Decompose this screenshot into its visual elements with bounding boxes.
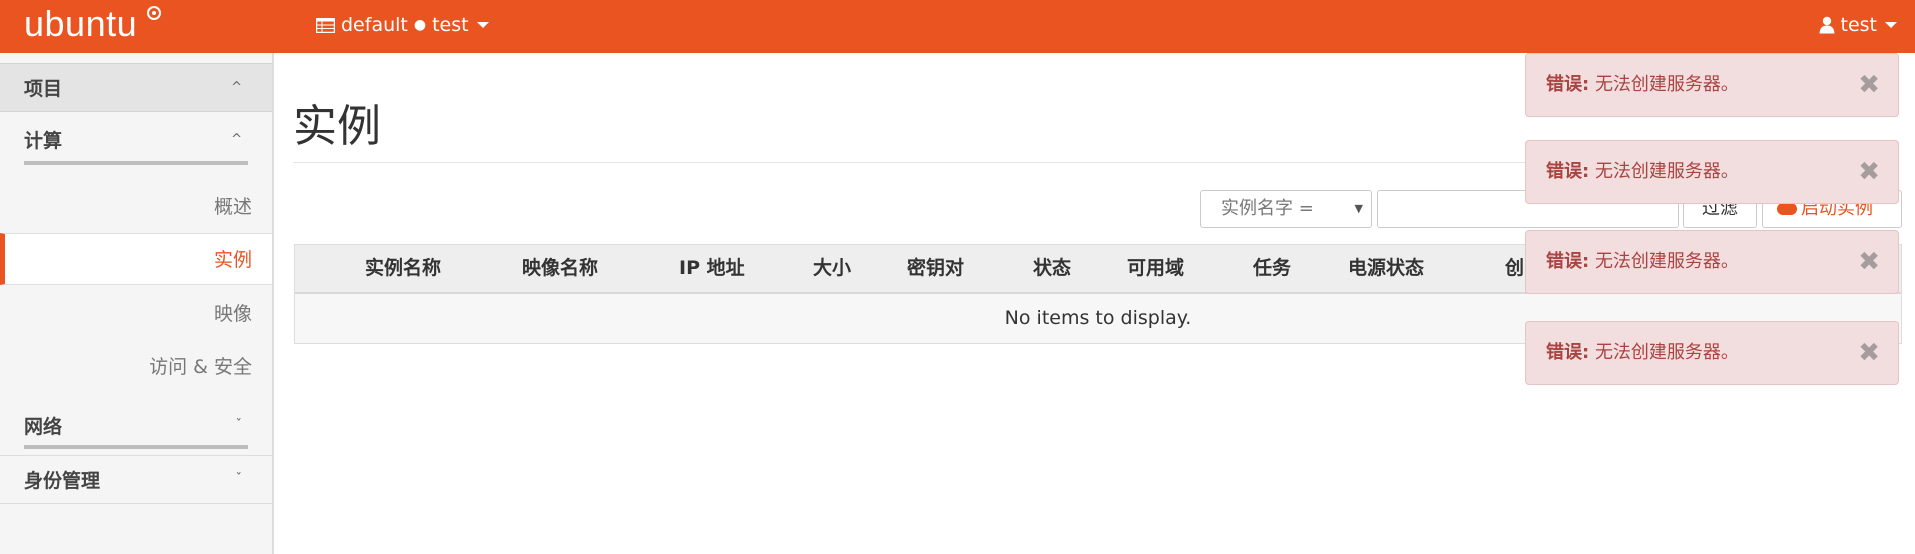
- toast-label: 错误:: [1546, 74, 1590, 95]
- user-name: test: [1840, 14, 1878, 36]
- table-icon: [316, 17, 335, 33]
- chevron-down-icon: ˇ: [235, 472, 243, 487]
- circle-of-friends-icon: [147, 6, 161, 20]
- toast-label: 错误:: [1546, 342, 1590, 363]
- top-navbar: ubuntu default ● test test: [0, 0, 1915, 53]
- dropdown-arrow-icon: ▼: [1354, 202, 1363, 215]
- column-header[interactable]: 任务: [1253, 245, 1291, 292]
- project-name: test: [432, 14, 469, 36]
- column-header[interactable]: 电源状态: [1348, 245, 1424, 292]
- column-header[interactable]: 大小: [813, 245, 851, 292]
- section-underline: [24, 445, 248, 449]
- toast-message: 无法创建服务器。: [1594, 74, 1739, 95]
- separator-dot-icon: ●: [413, 17, 427, 33]
- sidebar-item-overview[interactable]: 概述: [0, 181, 272, 233]
- error-toast: 错误: 无法创建服务器。 ✖: [1525, 321, 1899, 385]
- sidebar-section-label: 项目: [24, 78, 63, 100]
- error-toast: 错误: 无法创建服务器。 ✖: [1525, 140, 1899, 204]
- ubuntu-logo[interactable]: ubuntu: [24, 4, 137, 44]
- toast-message: 无法创建服务器。: [1594, 342, 1739, 363]
- user-icon: [1819, 16, 1834, 34]
- filter-field-label: 实例名字 =: [1221, 198, 1314, 219]
- cloud-upload-icon: [1777, 203, 1797, 215]
- project-domain: default: [341, 14, 408, 36]
- sidebar-section-identity[interactable]: 身份管理 ˇ: [0, 455, 272, 504]
- sidebar-section-compute[interactable]: 计算 ^: [0, 112, 272, 167]
- sidebar-section-label: 网络: [24, 415, 63, 438]
- project-switcher[interactable]: default ● test: [316, 12, 489, 38]
- close-icon[interactable]: ✖: [1858, 231, 1880, 293]
- column-header[interactable]: 可用域: [1127, 245, 1184, 292]
- column-header[interactable]: 映像名称: [522, 245, 598, 292]
- page-title: 实例: [293, 101, 381, 152]
- caret-down-icon: [476, 22, 489, 28]
- sidebar-item-instances[interactable]: 实例: [0, 233, 272, 285]
- sidebar-item-access-security[interactable]: 访问 & 安全: [0, 341, 272, 393]
- toast-message: 无法创建服务器。: [1594, 251, 1739, 272]
- toast-label: 错误:: [1546, 251, 1590, 272]
- section-underline: [24, 161, 248, 165]
- column-header[interactable]: 密钥对: [907, 245, 964, 292]
- column-header[interactable]: IP 地址: [679, 245, 745, 292]
- caret-down-icon: [1885, 22, 1897, 28]
- sidebar-section-label: 身份管理: [24, 470, 101, 492]
- user-menu[interactable]: test: [1819, 12, 1897, 38]
- chevron-up-icon: ^: [231, 132, 242, 147]
- close-icon[interactable]: ✖: [1858, 141, 1880, 203]
- chevron-up-icon: ^: [231, 80, 242, 95]
- sidebar-section-label: 计算: [24, 130, 63, 152]
- column-header[interactable]: 实例名称: [365, 245, 441, 292]
- close-icon[interactable]: ✖: [1858, 322, 1880, 384]
- column-header[interactable]: 状态: [1033, 245, 1071, 292]
- filter-field-select[interactable]: 实例名字 = ▼: [1200, 190, 1372, 228]
- error-toast: 错误: 无法创建服务器。 ✖: [1525, 230, 1899, 294]
- chevron-down-icon: ˇ: [235, 417, 243, 433]
- sidebar-item-images[interactable]: 映像: [0, 288, 272, 340]
- error-toast: 错误: 无法创建服务器。 ✖: [1525, 53, 1899, 117]
- toast-label: 错误:: [1546, 161, 1590, 182]
- toast-message: 无法创建服务器。: [1594, 161, 1739, 182]
- sidebar-section-project[interactable]: 项目 ^: [0, 63, 272, 112]
- close-icon[interactable]: ✖: [1858, 54, 1880, 116]
- column-header[interactable]: 创: [1505, 245, 1524, 292]
- sidebar: 项目 ^ 计算 ^ 概述 实例 映像 访问 & 安全 网络 ˇ 身份管理 ˇ: [0, 53, 274, 554]
- sidebar-section-network[interactable]: 网络 ˇ: [0, 399, 272, 451]
